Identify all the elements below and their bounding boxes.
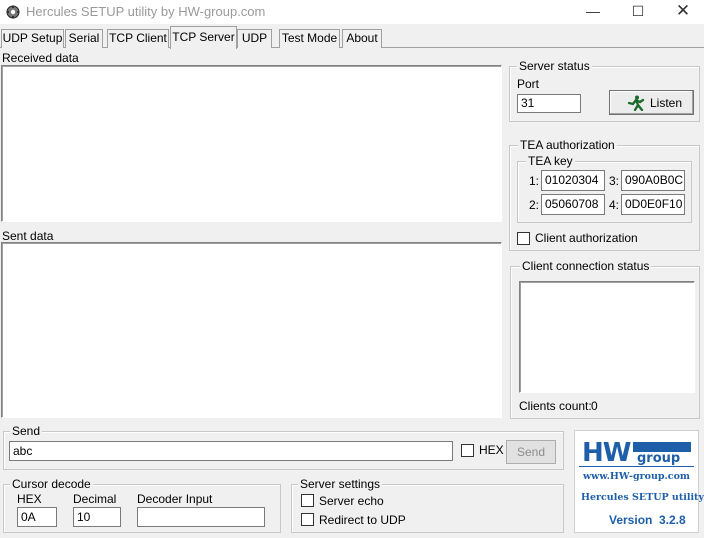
server-settings-title: Server settings	[298, 477, 383, 491]
tea-key-3-input[interactable]: 090A0B0C	[621, 170, 685, 191]
send-hex-checkbox[interactable]	[461, 444, 474, 457]
clients-count-value: 0	[591, 399, 598, 413]
close-button[interactable]: ✕	[660, 0, 704, 24]
tea-authorization-title: TEA authorization	[518, 138, 617, 152]
decoder-input-label: Decoder Input	[137, 492, 213, 506]
send-hex-label: HEX	[479, 443, 504, 457]
tea-key-2-index: 2:	[529, 198, 540, 212]
send-button[interactable]: Send	[506, 440, 556, 464]
window-title: Hercules SETUP utility by HW-group.com	[26, 4, 266, 19]
running-man-icon	[627, 95, 645, 111]
logo-url: www.HW-group.com	[583, 471, 690, 482]
version-label: Version	[609, 513, 653, 527]
tab-tcp-client[interactable]: TCP Client	[107, 29, 169, 48]
tea-key-2-input[interactable]: 05060708	[541, 194, 605, 215]
sent-data-area[interactable]	[1, 242, 502, 418]
sent-data-label: Sent data	[2, 229, 54, 243]
logo-divider	[579, 466, 694, 467]
hw-logo-letters: HW	[582, 438, 631, 468]
server-echo-checkbox[interactable]	[301, 494, 314, 507]
port-label: Port	[517, 77, 540, 91]
cursor-hex-input[interactable]: 0A	[17, 507, 57, 527]
logo-product: Hercules SETUP utility	[581, 492, 704, 503]
decoder-input-field[interactable]	[137, 507, 265, 527]
tab-udp-setup[interactable]: UDP Setup	[1, 29, 64, 48]
send-input[interactable]: abc	[9, 441, 453, 461]
clients-count-label: Clients count:	[519, 399, 592, 413]
tea-key-3-index: 3:	[609, 174, 620, 188]
listen-label: Listen	[650, 96, 683, 110]
tea-key-1-index: 1:	[529, 174, 540, 188]
hw-logo-group: group	[637, 451, 681, 466]
cursor-decode-title: Cursor decode	[10, 477, 93, 491]
server-status-title: Server status	[517, 59, 592, 73]
cursor-decimal-label: Decimal	[73, 492, 117, 506]
port-input[interactable]: 31	[517, 94, 581, 113]
app-icon	[6, 5, 20, 19]
tea-key-4-index: 4:	[609, 198, 620, 212]
cursor-decimal-input[interactable]: 10	[73, 507, 121, 527]
tab-serial[interactable]: Serial	[65, 29, 103, 48]
hw-group-logo-box[interactable]: HW group www.HW-group.com Hercules SETUP…	[574, 430, 704, 533]
client-connection-status-title: Client connection status	[520, 259, 652, 273]
tab-tcp-server[interactable]: TCP Server	[170, 26, 237, 49]
tea-key-1-input[interactable]: 01020304	[541, 170, 605, 191]
listen-button[interactable]: Listen	[609, 90, 694, 115]
tea-key-4-input[interactable]: 0D0E0F10	[621, 194, 685, 215]
received-data-label: Received data	[2, 51, 79, 65]
tab-bar: UDP Setup Serial TCP Client TCP Server U…	[0, 26, 704, 49]
tea-key-title: TEA key	[526, 154, 575, 168]
cursor-hex-label: HEX	[17, 492, 42, 506]
version-value: 3.2.8	[659, 513, 686, 527]
minimize-button[interactable]: —	[570, 0, 616, 24]
client-list[interactable]	[519, 281, 695, 393]
maximize-button[interactable]: ☐	[615, 0, 661, 24]
server-echo-label: Server echo	[319, 494, 384, 508]
redirect-udp-label: Redirect to UDP	[319, 513, 406, 527]
client-authorization-checkbox[interactable]	[517, 232, 530, 245]
received-data-area[interactable]	[1, 65, 502, 222]
client-authorization-label: Client authorization	[535, 231, 638, 245]
tab-test-mode[interactable]: Test Mode	[279, 29, 340, 48]
tab-about[interactable]: About	[342, 29, 382, 48]
send-title: Send	[10, 424, 43, 438]
redirect-udp-checkbox[interactable]	[301, 513, 314, 526]
tab-udp[interactable]: UDP	[237, 29, 272, 48]
